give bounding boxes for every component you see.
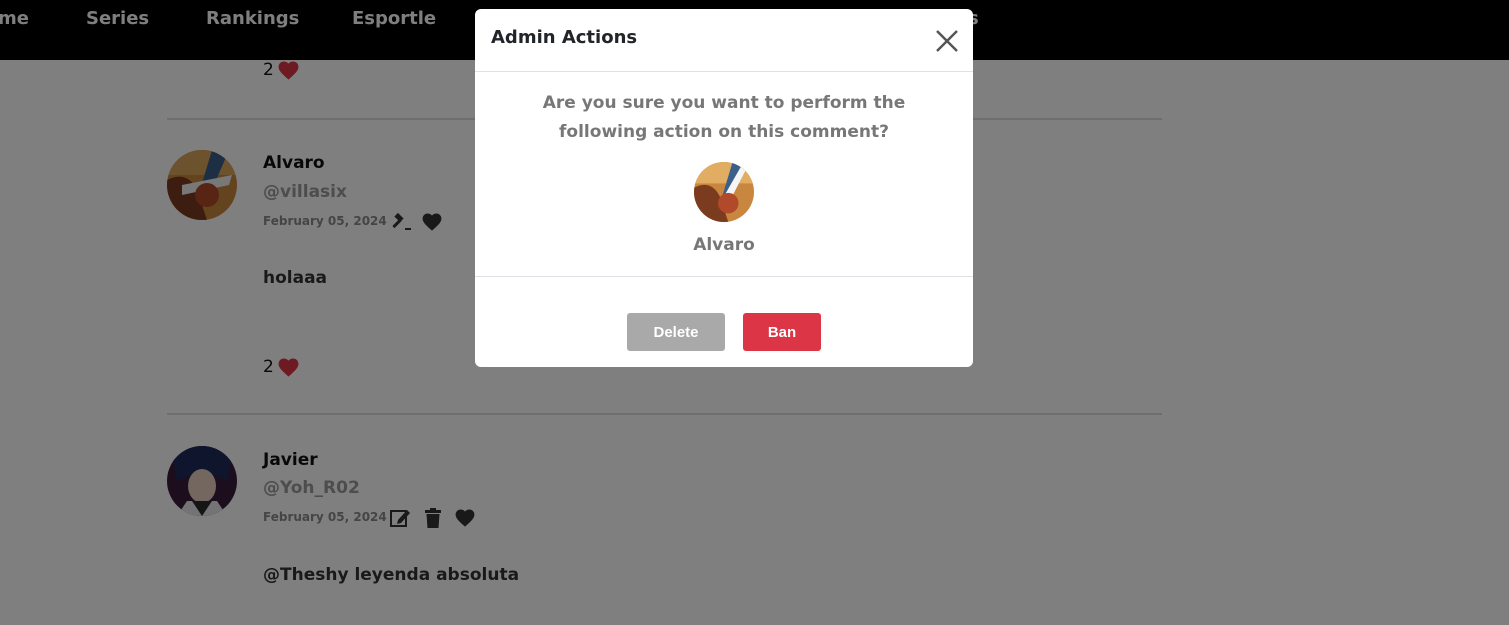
close-icon[interactable] [933, 27, 961, 55]
ban-button[interactable]: Ban [743, 313, 821, 351]
modal-title: Admin Actions [491, 27, 638, 48]
confirmation-question: Are you sure you want to perform the fol… [542, 93, 906, 142]
modal-body: Are you sure you want to perform the fol… [475, 72, 973, 277]
modal-header: Admin Actions [475, 9, 973, 72]
delete-button[interactable]: Delete [627, 313, 725, 351]
target-user-name: Alvaro [693, 235, 755, 255]
avatar [694, 162, 754, 222]
admin-actions-modal: Admin Actions Are you sure you want to p… [475, 9, 973, 367]
